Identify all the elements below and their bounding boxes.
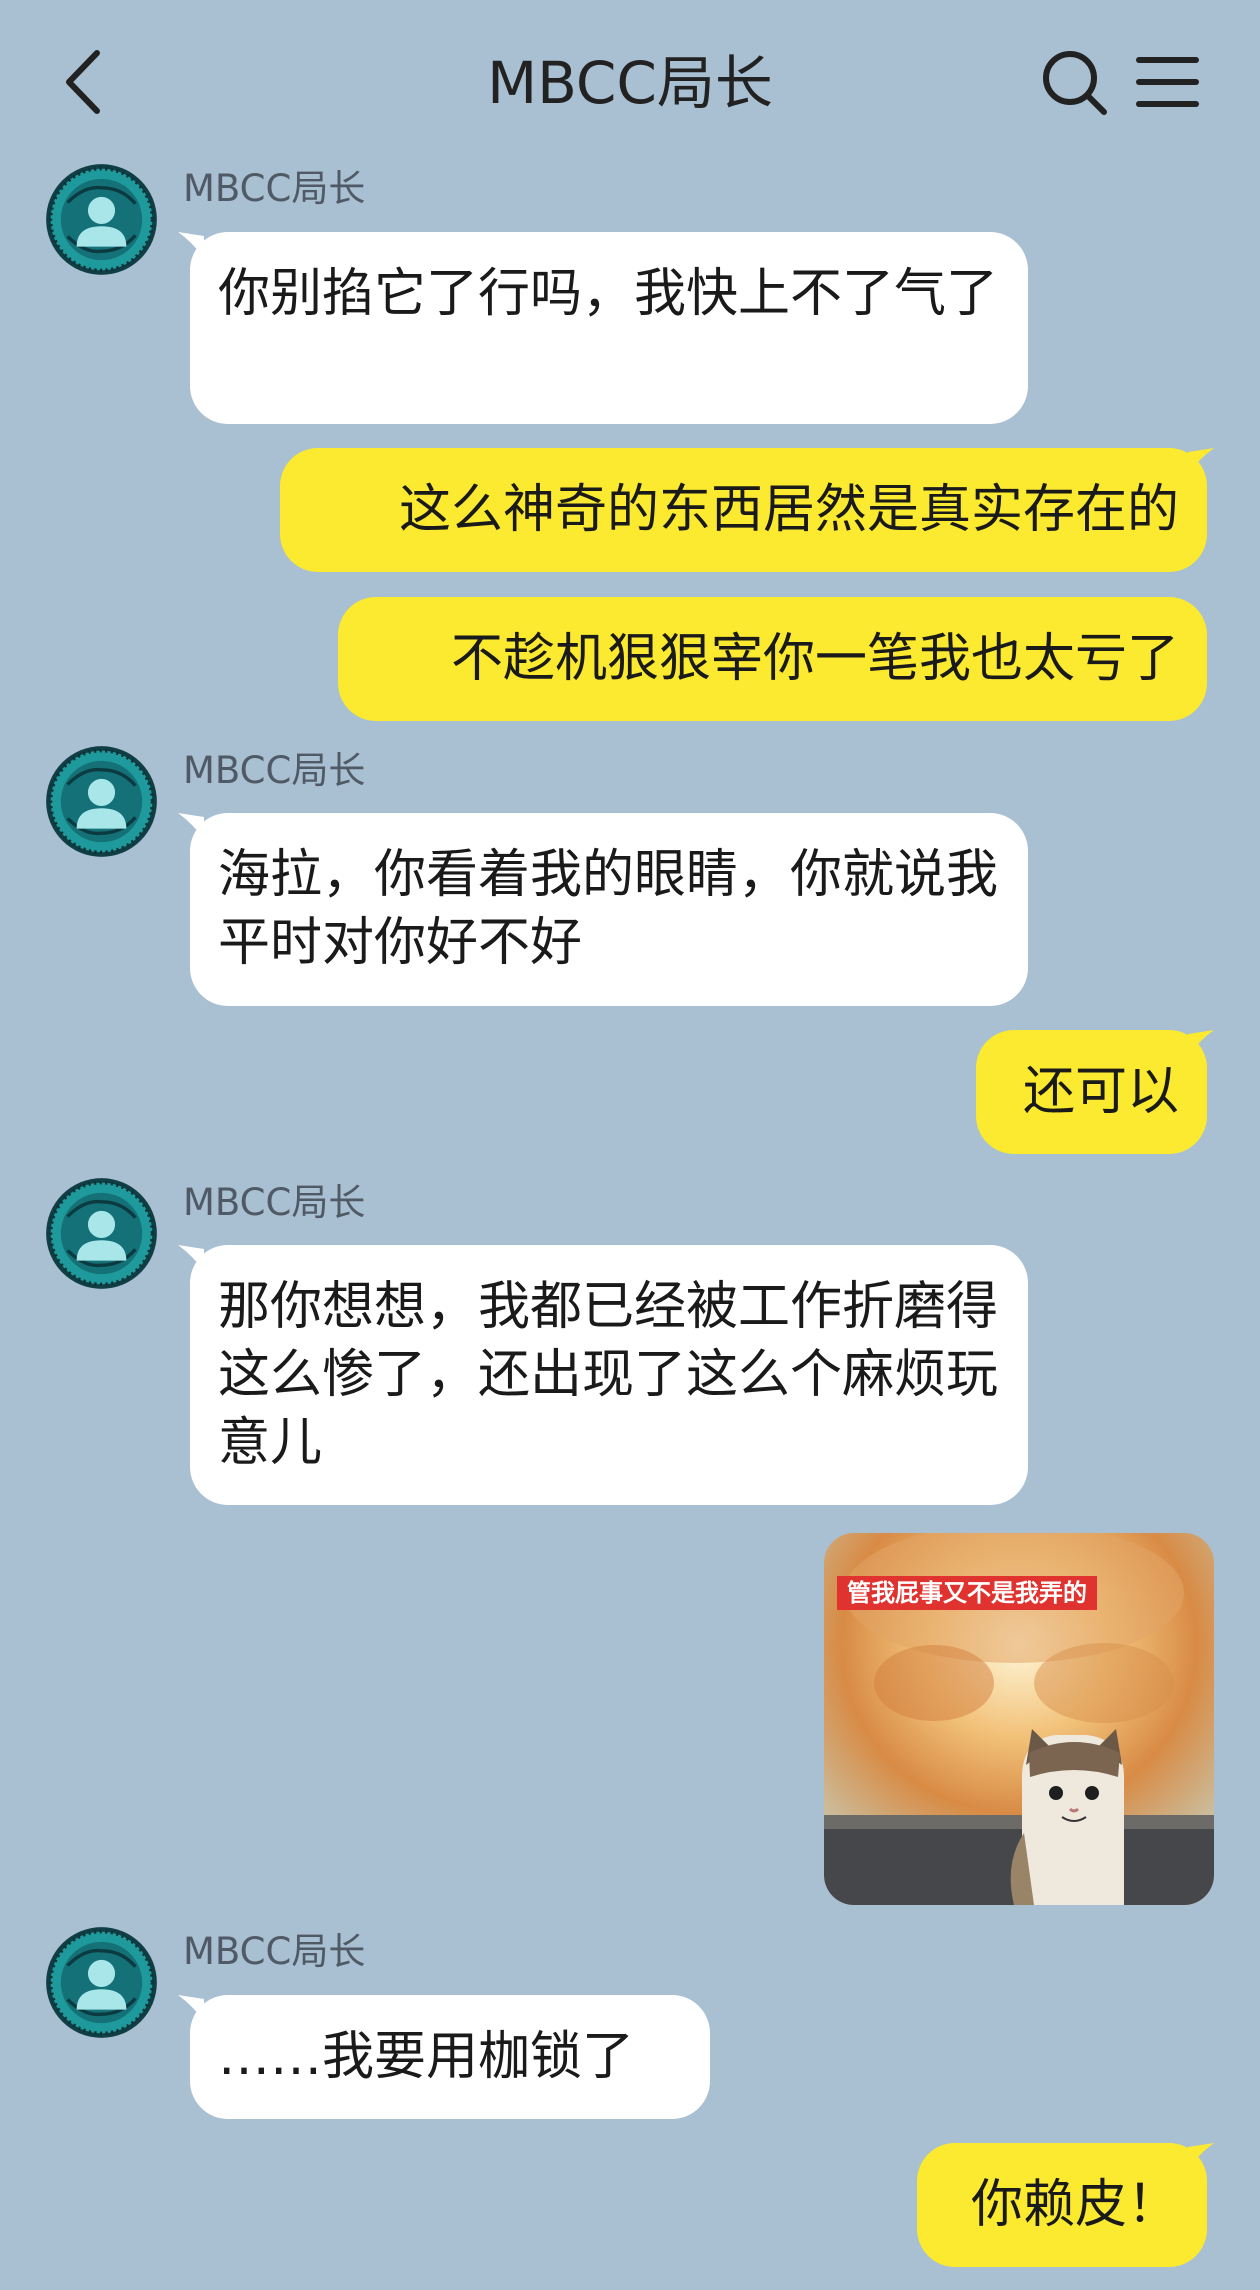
message-bubble-incoming[interactable]: ……我要用枷锁了 — [190, 1995, 710, 2119]
avatar[interactable] — [45, 1926, 158, 2039]
message-bubble-incoming[interactable]: 你别掐它了行吗，我快上不了气了 — [190, 232, 1028, 424]
avatar[interactable] — [45, 1177, 158, 1290]
chat-header: MBCC局长 — [0, 0, 1260, 165]
sender-name: MBCC局长 — [183, 167, 366, 210]
sender-name: MBCC局长 — [183, 1181, 366, 1224]
sender-name: MBCC局长 — [183, 749, 366, 792]
message-bubble-outgoing[interactable]: 不趁机狠狠宰你一笔我也太亏了 — [338, 597, 1207, 721]
avatar[interactable] — [45, 745, 158, 858]
bubble-tail — [1188, 2143, 1214, 2169]
hamburger-menu-icon — [1136, 57, 1199, 107]
message-bubble-outgoing[interactable]: 这么神奇的东西居然是真实存在的 — [280, 448, 1207, 572]
bubble-tail — [1188, 1030, 1214, 1056]
sender-name: MBCC局长 — [183, 1930, 366, 1973]
avatar[interactable] — [45, 163, 158, 276]
bubble-tail — [1188, 448, 1214, 474]
sticker-caption: 管我屁事又不是我弄的 — [837, 1576, 1097, 1610]
search-button[interactable] — [1040, 48, 1110, 118]
search-icon — [1043, 51, 1107, 115]
message-bubble-outgoing[interactable]: 还可以 — [976, 1030, 1207, 1154]
menu-button[interactable] — [1135, 52, 1200, 112]
message-bubble-incoming[interactable]: 海拉，你看着我的眼睛，你就说我平时对你好不好 — [190, 813, 1028, 1006]
message-bubble-incoming[interactable]: 那你想想，我都已经被工作折磨得这么惨了，还出现了这么个麻烦玩意儿 — [190, 1245, 1028, 1505]
sticker-image[interactable]: 管我屁事又不是我弄的 — [824, 1533, 1214, 1905]
message-bubble-outgoing[interactable]: 你赖皮！ — [917, 2143, 1207, 2267]
